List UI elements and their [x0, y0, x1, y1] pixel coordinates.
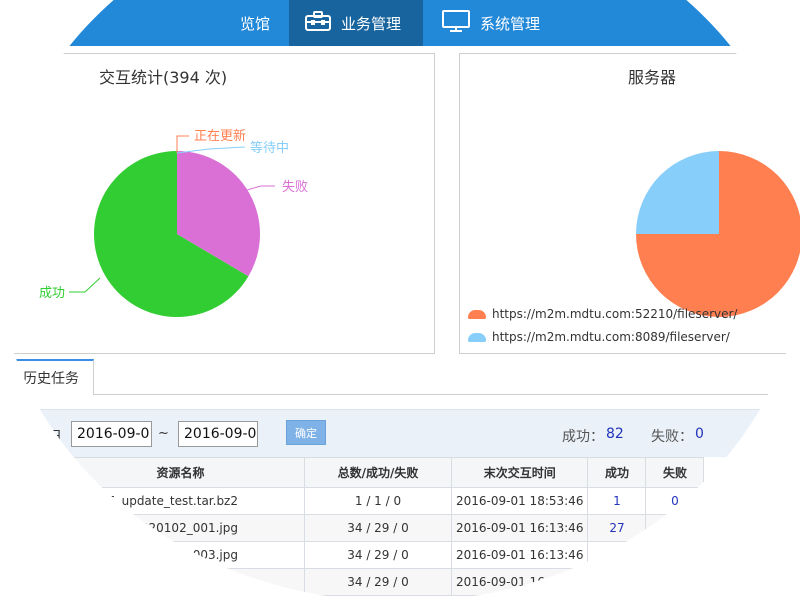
table-header-row: 资源名称 总数/成功/失败 末次交互时间 成功 失败 [56, 457, 705, 488]
cell-resource-name: 020102_001.jpg [56, 514, 305, 542]
column-header-totals[interactable]: 总数/成功/失败 [304, 457, 452, 488]
date-to-input[interactable] [178, 421, 258, 447]
cell-resource-name [56, 568, 305, 596]
legend-item-server-52210[interactable]: https://m2m.mdtu.com:52210/fileserver/ [468, 307, 737, 321]
nav-item-business-management[interactable]: 业务管理 [289, 0, 423, 46]
cell-last-time: 2016-09-01 16:13:46 [450, 568, 589, 596]
cell-success-link[interactable]: 27 [587, 541, 647, 569]
date-separator: ~ [158, 426, 169, 441]
tab-history-tasks[interactable]: 历史任务 [8, 359, 94, 395]
legend-label: https://m2m.mdtu.com:52210/fileserver/ [492, 307, 738, 321]
confirm-button[interactable]: 确定 [286, 420, 326, 445]
cell-resource-name: 02915_update_test.tar.bz2 [56, 487, 305, 515]
toolbox-icon [305, 11, 331, 35]
column-header-resource-name[interactable]: 资源名称 [56, 457, 305, 488]
app-screen: 览馆 业务管理 系统管理 交互统计(394 次) 正在更新 等待中 失败 成功 … [0, 0, 800, 600]
cell-last-time: 2016-09-01 16:13:46 [450, 514, 589, 542]
cell-fail-link[interactable] [645, 541, 705, 569]
cell-fail-link[interactable]: 0 [645, 487, 705, 515]
table-row[interactable]: 003.jpg 34 / 29 / 0 2016-09-01 16:13:46 … [56, 541, 705, 569]
history-filter-bar: 日 ~ 确定 成功： 82 失败： 0 [0, 409, 800, 457]
fail-count-value: 0 [695, 426, 704, 442]
circular-viewport: 览馆 业务管理 系统管理 交互统计(394 次) 正在更新 等待中 失败 成功 … [0, 0, 800, 600]
column-header-success[interactable]: 成功 [587, 457, 647, 488]
cell-success-link[interactable] [587, 568, 647, 596]
nav-item-label: 系统管理 [480, 14, 541, 33]
table-row[interactable]: 34 / 29 / 0 2016-09-01 16:13:46 [56, 568, 705, 596]
pie-label-failed: 失败 [282, 180, 308, 195]
history-task-table: 资源名称 总数/成功/失败 末次交互时间 成功 失败 02915_update_… [56, 457, 705, 596]
tab-divider [94, 394, 800, 395]
label-line-success [69, 277, 101, 293]
legend-label: https://m2m.mdtu.com:8089/fileserver/ [492, 330, 730, 344]
cell-success-link[interactable]: 27 [587, 514, 647, 542]
column-header-last-time[interactable]: 末次交互时间 [450, 457, 589, 488]
legend-swatch [468, 309, 486, 319]
pie-label-success: 成功 [39, 286, 65, 301]
success-count-value: 82 [606, 426, 624, 442]
top-navigation-bar: 览馆 业务管理 系统管理 [0, 0, 800, 46]
cell-success-link[interactable]: 1 [587, 487, 647, 515]
pie-label-waiting: 等待中 [250, 140, 289, 156]
cell-totals: 34 / 29 / 0 [304, 514, 452, 542]
cell-totals: 34 / 29 / 0 [304, 541, 452, 569]
cell-resource-name: 003.jpg [56, 541, 305, 569]
interaction-stats-panel: 交互统计(394 次) 正在更新 等待中 失败 成功 [0, 53, 435, 354]
legend-item-server-8089[interactable]: https://m2m.mdtu.com:8089/fileserver/ [468, 330, 730, 344]
column-header-fail[interactable]: 失败 [645, 457, 705, 488]
cell-fail-link[interactable] [645, 568, 705, 596]
cell-last-time: 2016-09-01 18:53:46 [450, 487, 589, 515]
nav-item-system-management[interactable]: 系统管理 [432, 0, 592, 46]
date-label: 日 [48, 429, 62, 445]
cell-totals: 1 / 1 / 0 [304, 487, 452, 515]
nav-item-overview[interactable]: 览馆 [190, 0, 288, 46]
table-row[interactable]: 020102_001.jpg 34 / 29 / 0 2016-09-01 16… [56, 514, 705, 542]
cell-fail-link[interactable] [645, 514, 705, 542]
tab-label: 历史任务 [23, 371, 79, 387]
success-count-label: 成功： [562, 429, 604, 445]
legend-swatch [468, 332, 486, 342]
label-line-waiting [176, 146, 246, 154]
monitor-icon [442, 10, 470, 36]
fail-count-label: 失败： [651, 429, 693, 445]
pie-slice-server-8089[interactable] [636, 151, 719, 234]
nav-item-label: 览馆 [239, 14, 270, 33]
date-from-input[interactable] [71, 421, 152, 447]
cell-totals: 34 / 29 / 0 [304, 568, 452, 596]
cell-last-time: 2016-09-01 16:13:46 [450, 541, 589, 569]
server-stats-panel: 服务器 https://m2m.mdtu.com:52210/fileserve… [459, 53, 800, 354]
nav-item-label: 业务管理 [341, 14, 402, 33]
pie-label-updating: 正在更新 [194, 128, 246, 144]
table-row[interactable]: 02915_update_test.tar.bz2 1 / 1 / 0 2016… [56, 487, 705, 515]
label-line-updating [176, 135, 189, 153]
interaction-pie-chart: 正在更新 等待中 失败 成功 [39, 128, 308, 317]
